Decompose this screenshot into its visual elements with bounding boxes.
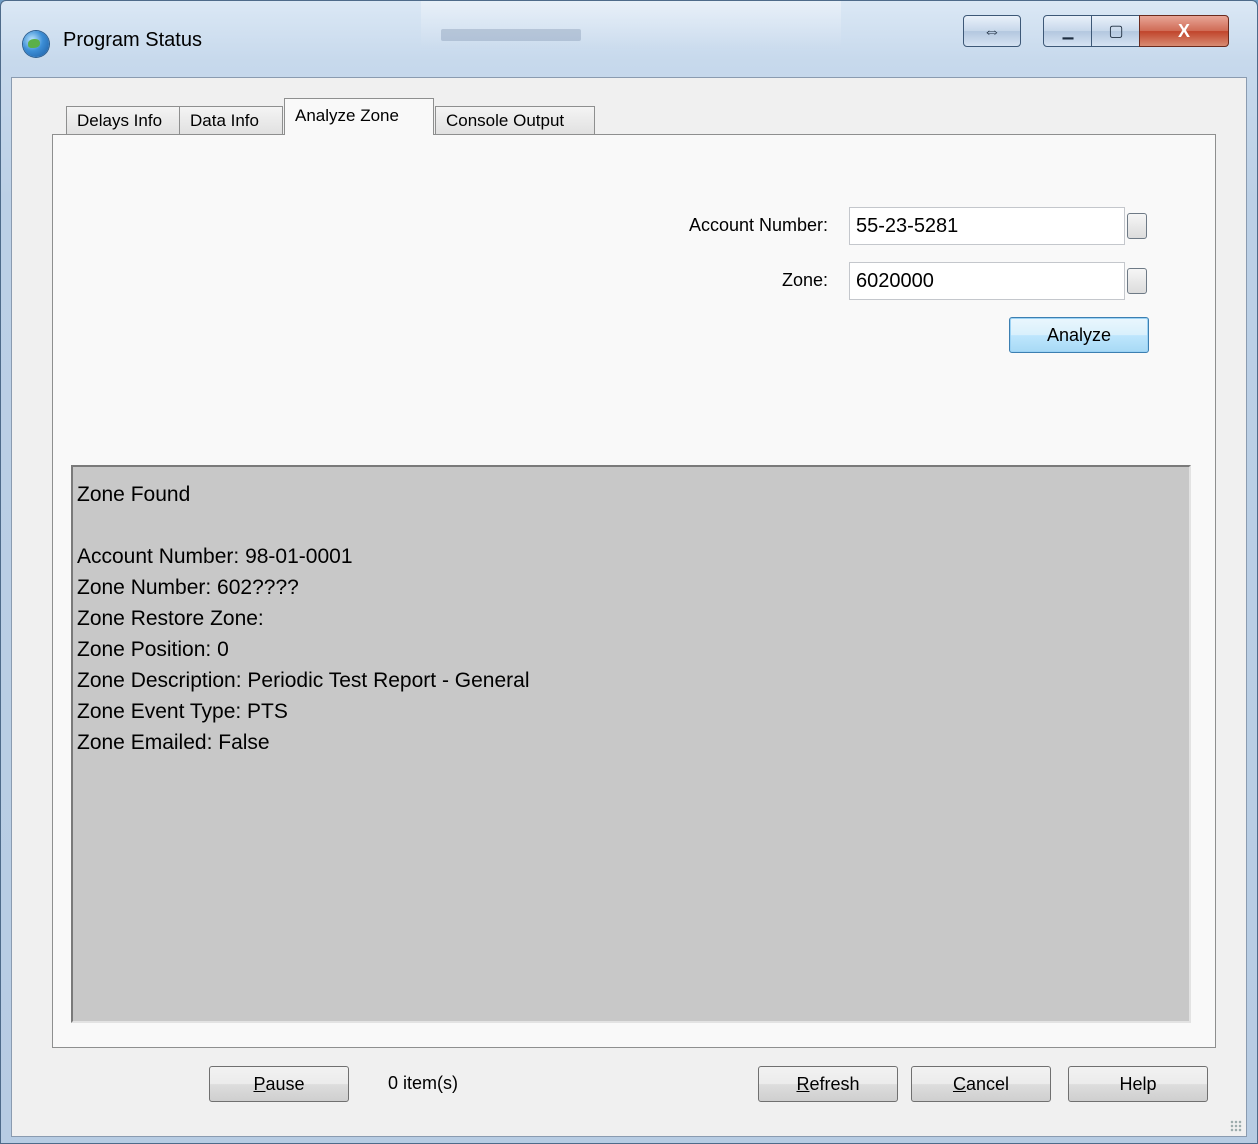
account-number-input[interactable] <box>849 207 1125 245</box>
program-status-window: Program Status ⇔ ▁ ▢ X Delays Info Data … <box>0 0 1258 1144</box>
client-area: Delays Info Data Info Analyze Zone Conso… <box>11 77 1247 1137</box>
resize-arrows-icon[interactable]: ⇔ <box>963 15 1021 47</box>
result-line: Zone Restore Zone: <box>77 607 264 630</box>
analyze-button[interactable]: Analyze <box>1009 317 1149 353</box>
zone-label: Zone: <box>781 270 828 290</box>
result-line: Zone Found <box>77 483 191 506</box>
resize-grip[interactable] <box>1230 1120 1242 1132</box>
analyze-zone-panel: Account Number: Zone: Analyze Zone Found… <box>52 134 1216 1048</box>
tab-delays-info[interactable]: Delays Info <box>66 106 180 134</box>
background-window-label <box>441 29 581 41</box>
pause-button[interactable]: Pause <box>209 1066 349 1102</box>
tab-console-output[interactable]: Console Output <box>435 106 595 134</box>
result-line: Zone Number: 602???? <box>77 576 299 599</box>
help-button[interactable]: Help <box>1068 1066 1208 1102</box>
tab-data-info[interactable]: Data Info <box>179 106 283 134</box>
refresh-label: efresh <box>809 1073 860 1094</box>
pause-label: ause <box>265 1073 305 1094</box>
zone-input[interactable] <box>849 262 1125 300</box>
cancel-mnemonic: C <box>952 1073 966 1094</box>
result-line: Account Number: 98-01-0001 <box>77 545 353 568</box>
minimize-button[interactable]: ▁ <box>1043 15 1093 47</box>
result-line: Zone Position: 0 <box>77 638 229 661</box>
title-bar[interactable]: Program Status ⇔ ▁ ▢ X <box>1 1 1257 77</box>
result-line: Zone Event Type: PTS <box>77 700 288 723</box>
result-line <box>77 510 1189 541</box>
background-window-ghost <box>421 1 841 49</box>
cancel-button[interactable]: Cancel <box>911 1066 1051 1102</box>
account-lookup-button[interactable] <box>1127 213 1147 239</box>
result-textbox[interactable]: Zone Found Account Number: 98-01-0001 Zo… <box>71 465 1191 1023</box>
maximize-button[interactable]: ▢ <box>1091 15 1141 47</box>
close-button[interactable]: X <box>1139 15 1229 47</box>
account-number-label: Account Number: <box>688 215 828 235</box>
globe-icon <box>23 31 49 57</box>
zone-lookup-button[interactable] <box>1127 268 1147 294</box>
refresh-mnemonic: R <box>796 1073 810 1094</box>
window-title: Program Status <box>63 29 202 51</box>
result-line: Zone Description: Periodic Test Report -… <box>77 669 530 692</box>
item-count: 0 item(s) <box>388 1073 459 1093</box>
tab-analyze-zone[interactable]: Analyze Zone <box>284 98 434 135</box>
refresh-button[interactable]: Refresh <box>758 1066 898 1102</box>
pause-mnemonic: P <box>253 1073 266 1094</box>
cancel-label: ancel <box>965 1073 1010 1094</box>
result-line: Zone Emailed: False <box>77 731 270 754</box>
